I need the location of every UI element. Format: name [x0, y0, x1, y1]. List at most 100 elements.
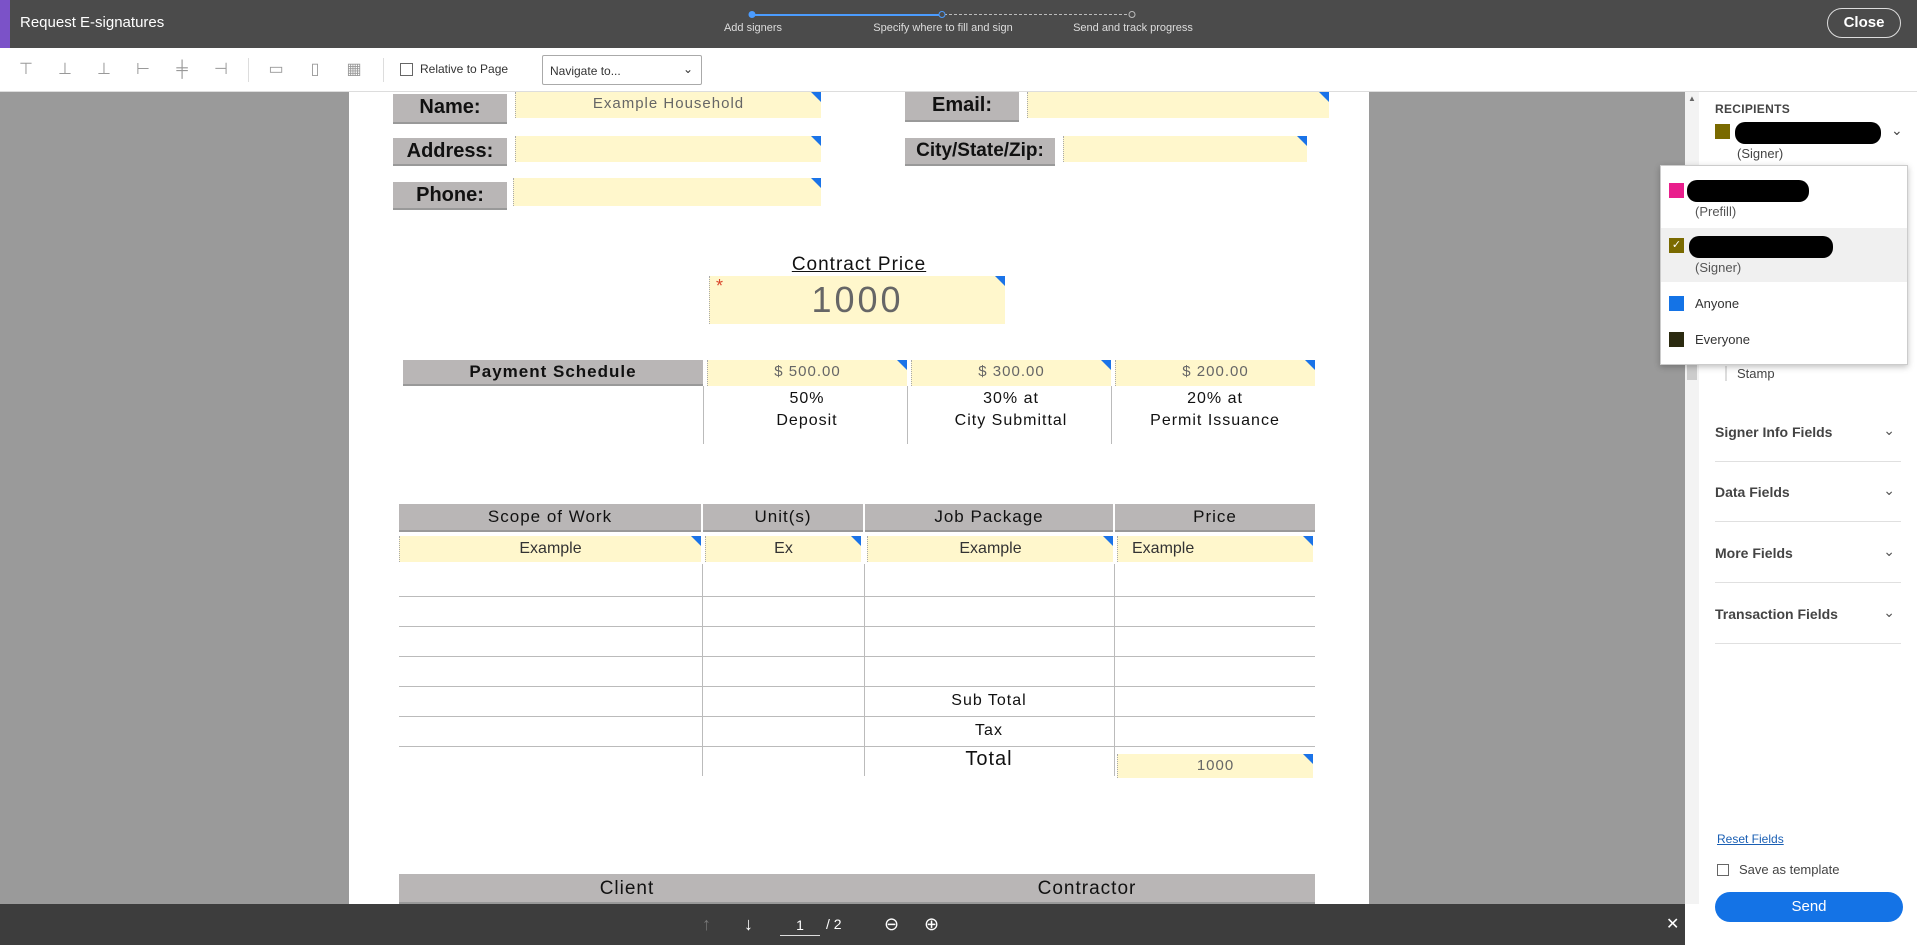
chevron-down-icon: ⌄ — [682, 62, 693, 76]
recipient-color-swatch — [1715, 124, 1730, 139]
recipient-name: Anyone — [1695, 296, 1740, 311]
step-send-track[interactable]: Send and track progress — [1073, 22, 1193, 34]
phone-label: Phone: — [393, 182, 507, 210]
close-button[interactable]: Close — [1827, 8, 1901, 38]
section-label: Transaction Fields — [1715, 606, 1838, 622]
close-icon[interactable]: ✕ — [1666, 914, 1679, 934]
scroll-up-icon[interactable]: ▲ — [1688, 94, 1696, 103]
save-as-template-label: Save as template — [1739, 862, 1840, 877]
align-bottom-icon[interactable]: ⊥ — [94, 60, 114, 80]
signer-info-fields-section[interactable]: Signer Info Fields ⌄ — [1715, 402, 1901, 462]
align-right-icon[interactable]: ⊣ — [211, 60, 231, 80]
top-bar: Request E-signatures Add signers Specify… — [0, 0, 1917, 48]
payment-3-field[interactable]: $ 200.00 — [1115, 360, 1315, 386]
payment-1-amount: $ 500.00 — [774, 363, 841, 380]
units-header: Unit(s) — [703, 504, 863, 532]
job-package-header: Job Package — [865, 504, 1113, 532]
table-col-line — [864, 564, 865, 776]
units-field[interactable]: Ex — [705, 536, 861, 562]
alignment-toolbar: ⊤ ⊥ ⊥ ⊢ ╪ ⊣ ▭ ▯ ▦ Relative to Page Navig… — [0, 48, 1917, 92]
payment-2-amount: $ 300.00 — [978, 363, 1045, 380]
dropdown-item-prefill[interactable]: (Prefill) — [1661, 166, 1907, 222]
data-fields-section[interactable]: Data Fields ⌄ — [1715, 462, 1901, 522]
recipient-color-swatch — [1669, 296, 1684, 311]
table-row-line — [399, 716, 1315, 717]
dropdown-item-everyone[interactable]: Everyone — [1661, 322, 1907, 358]
step-add-signers[interactable]: Add signers — [724, 22, 782, 34]
page-number-input[interactable]: 1 — [780, 914, 820, 936]
total-field[interactable]: 1000 — [1117, 754, 1313, 778]
recipient-color-swatch — [1669, 183, 1684, 198]
city-state-zip-field[interactable] — [1063, 136, 1307, 162]
arrow-up-icon[interactable]: ↑ — [702, 914, 711, 935]
step-dot-2 — [938, 11, 946, 18]
recipient-name: Everyone — [1695, 332, 1750, 347]
payment-3-amount: $ 200.00 — [1182, 363, 1249, 380]
page-total: / 2 — [826, 916, 842, 932]
recipient-name-redacted — [1735, 122, 1881, 144]
recipients-title: RECIPIENTS — [1715, 102, 1791, 116]
align-middle-icon[interactable]: ⊥ — [55, 60, 75, 80]
match-size-icon[interactable]: ▦ — [344, 60, 364, 80]
scope-field-value: Example — [519, 540, 582, 557]
match-height-icon[interactable]: ▯ — [305, 60, 325, 80]
recipient-name-redacted — [1689, 236, 1833, 258]
name-field-value: Example Household — [592, 95, 745, 112]
transaction-fields-section[interactable]: Transaction Fields ⌄ — [1715, 584, 1901, 644]
email-field[interactable] — [1027, 92, 1329, 118]
total-field-value: 1000 — [1196, 757, 1235, 774]
recipient-name-redacted — [1687, 180, 1809, 202]
arrow-down-icon[interactable]: ↓ — [744, 914, 753, 935]
step-dot-1 — [748, 11, 756, 18]
align-center-icon[interactable]: ╪ — [172, 60, 192, 80]
zoom-out-icon[interactable]: ⊖ — [884, 914, 899, 935]
table-row-line — [399, 686, 1315, 687]
address-field[interactable] — [515, 136, 821, 162]
dropdown-item-signer[interactable]: ✓ (Signer) — [1661, 228, 1907, 282]
scope-field[interactable]: Example — [399, 536, 701, 562]
match-width-icon[interactable]: ▭ — [266, 60, 286, 80]
table-col-line — [1114, 564, 1115, 776]
price-field[interactable]: Example — [1117, 536, 1313, 562]
save-as-template-checkbox[interactable] — [1717, 864, 1729, 876]
zoom-in-icon[interactable]: ⊕ — [924, 914, 939, 935]
chevron-down-icon: ⌄ — [1883, 482, 1895, 498]
payment-1-field[interactable]: $ 500.00 — [707, 360, 907, 386]
page-navigation-bar: ↑ ↓ 1 / 2 ⊖ ⊕ ✕ — [0, 904, 1685, 945]
contract-price-value: 1000 — [811, 279, 904, 320]
more-fields-section[interactable]: More Fields ⌄ — [1715, 523, 1901, 583]
table-row-line — [399, 656, 1315, 657]
price-header: Price — [1115, 504, 1315, 532]
section-label: Signer Info Fields — [1715, 424, 1833, 440]
payment-2-field[interactable]: $ 300.00 — [911, 360, 1111, 386]
stamp-field-item[interactable]: Stamp — [1725, 366, 1775, 381]
navigate-select[interactable]: Navigate to... ⌄ — [542, 55, 702, 85]
chevron-down-icon: ⌄ — [1883, 604, 1895, 620]
recipient-dropdown: (Prefill) ✓ (Signer) Anyone Everyone — [1660, 165, 1908, 365]
name-field[interactable]: Example Household — [515, 92, 821, 118]
recipient-color-swatch — [1669, 332, 1684, 347]
relative-to-page-checkbox[interactable] — [400, 63, 413, 76]
tax-label: Tax — [975, 722, 1003, 739]
toolbar-divider — [248, 58, 249, 82]
payment-divider — [907, 386, 908, 444]
dropdown-item-anyone[interactable]: Anyone — [1661, 286, 1907, 322]
align-top-icon[interactable]: ⊤ — [16, 60, 36, 80]
recipient-role: (Signer) — [1737, 146, 1784, 161]
chevron-down-icon[interactable]: ⌄ — [1891, 122, 1903, 139]
send-button[interactable]: Send — [1715, 892, 1903, 922]
phone-field[interactable] — [513, 178, 821, 206]
job-package-field-value: Example — [959, 540, 1022, 557]
contract-price-label: Contract Price — [791, 254, 927, 275]
step-line-2 — [944, 14, 1132, 15]
reset-fields-link[interactable]: Reset Fields — [1717, 832, 1784, 846]
step-line-1 — [752, 14, 940, 16]
document-viewer: Name: Example Household Email: Address: … — [0, 92, 1685, 904]
table-row-line — [399, 596, 1315, 597]
job-package-field[interactable]: Example — [867, 536, 1113, 562]
city-state-zip-label: City/State/Zip: — [905, 138, 1055, 166]
contract-price-field[interactable]: * 1000 — [709, 276, 1005, 324]
navigate-select-value: Navigate to... — [550, 64, 621, 78]
step-specify-fields[interactable]: Specify where to fill and sign — [873, 22, 1012, 34]
align-left-icon[interactable]: ⊢ — [133, 60, 153, 80]
